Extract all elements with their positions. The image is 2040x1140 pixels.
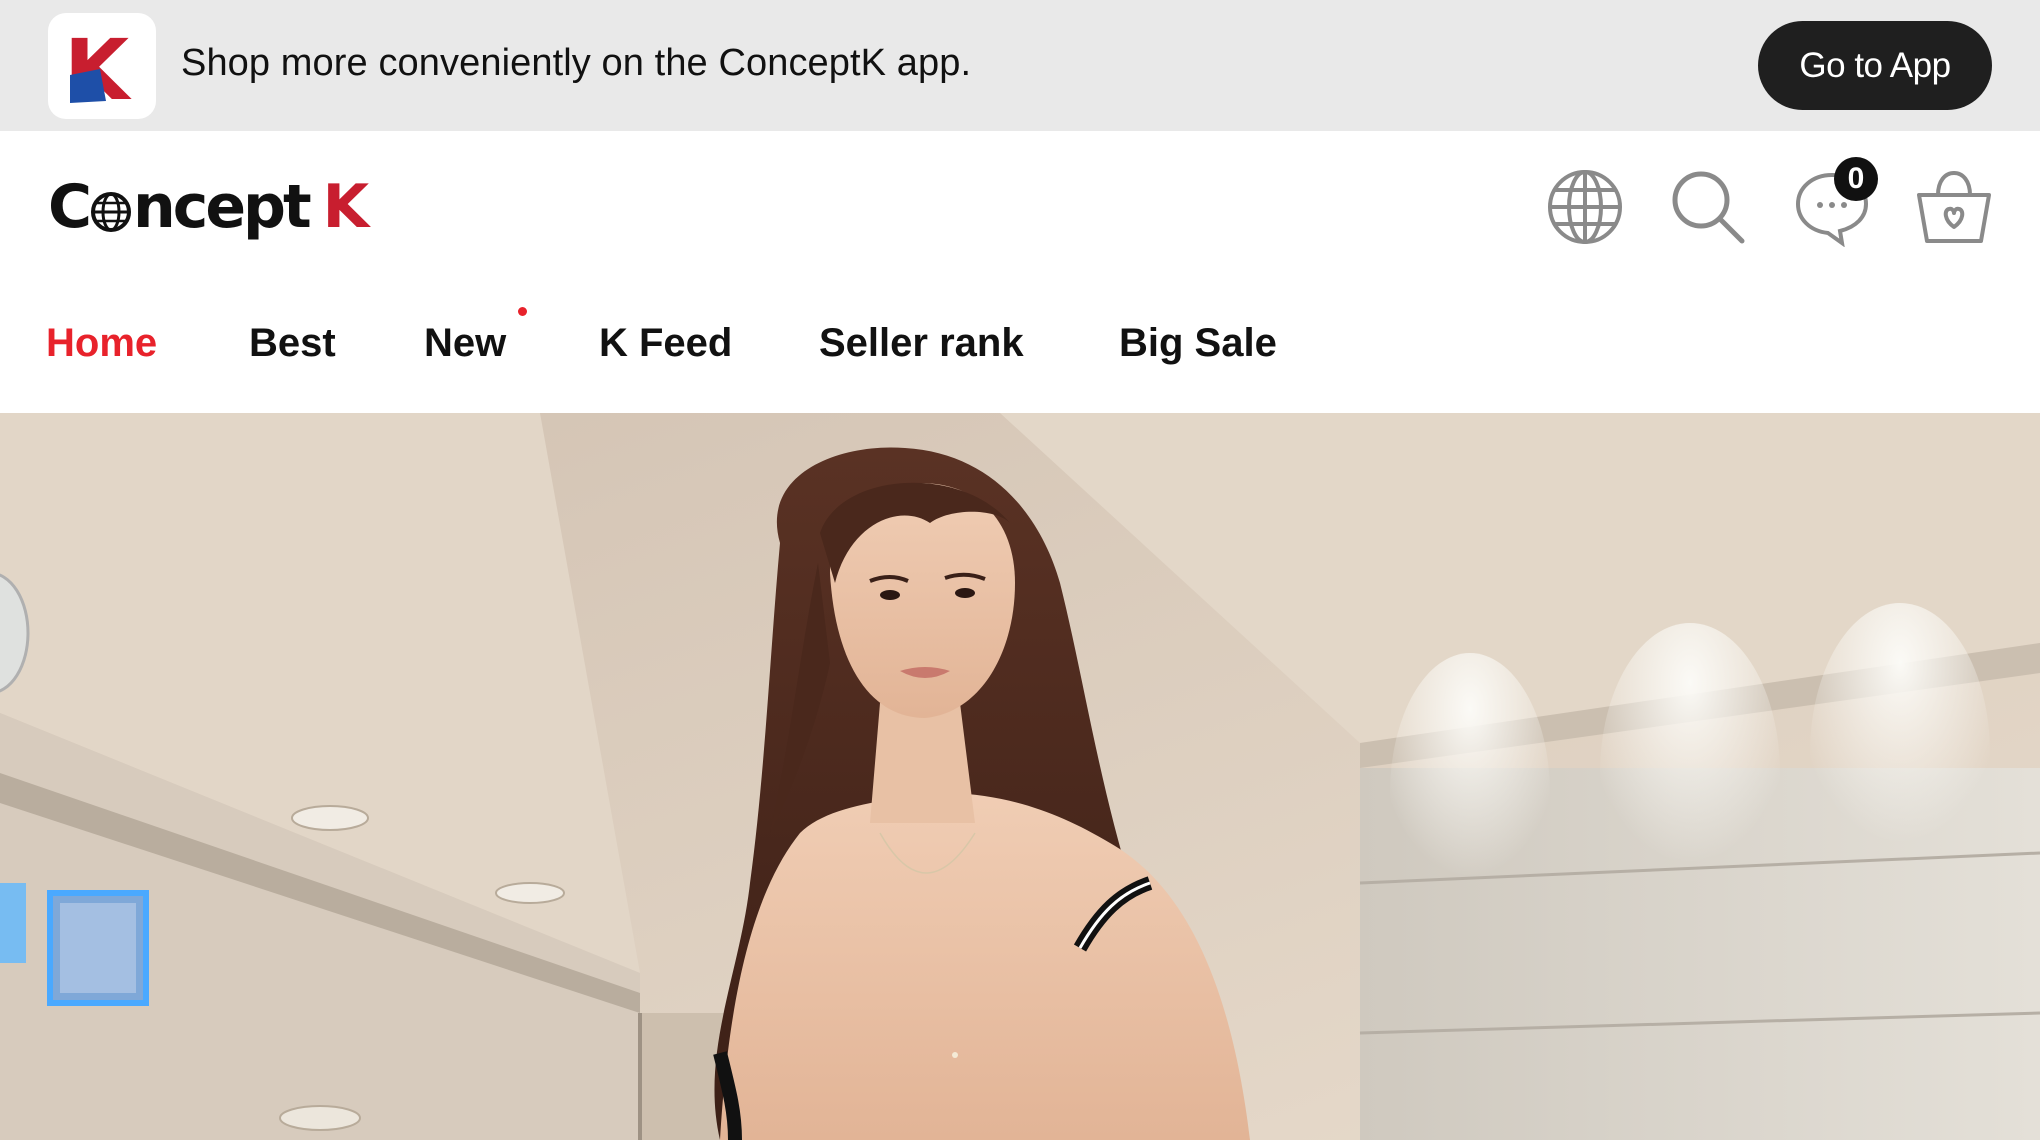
- brand-k: K: [322, 172, 369, 242]
- app-download-banner: K Shop more conveniently on the ConceptK…: [0, 0, 2040, 131]
- banner-message: Shop more conveniently on the ConceptK a…: [181, 42, 972, 84]
- nav-item-home[interactable]: Home: [46, 313, 157, 373]
- site-header: Cncept K: [0, 131, 2040, 283]
- new-indicator-dot: [518, 307, 527, 316]
- hero-banner-image[interactable]: [0, 413, 2040, 1140]
- hero-illustration: [0, 413, 2040, 1140]
- brand-globe-icon: [91, 192, 132, 232]
- brand-logo[interactable]: Cncept K: [48, 167, 369, 247]
- chat-badge-count: 0: [1834, 157, 1878, 201]
- nav-item-best[interactable]: Best: [249, 313, 336, 373]
- search-icon[interactable]: [1668, 167, 1748, 247]
- nav-item-seller-rank[interactable]: Seller rank: [819, 313, 1024, 373]
- go-to-app-button[interactable]: Go to App: [1758, 21, 1992, 110]
- globe-icon[interactable]: [1545, 167, 1625, 247]
- brand-prefix: C: [48, 172, 92, 242]
- main-nav: Home Best New K Feed Seller rank Big Sal…: [0, 283, 2040, 413]
- nav-item-k-feed[interactable]: K Feed: [599, 313, 732, 373]
- cart-icon[interactable]: [1914, 167, 1994, 247]
- nav-item-big-sale[interactable]: Big Sale: [1119, 313, 1277, 373]
- nav-item-new[interactable]: New: [424, 313, 506, 373]
- app-logo-icon: K: [48, 13, 156, 119]
- brand-name: ncept: [133, 172, 312, 242]
